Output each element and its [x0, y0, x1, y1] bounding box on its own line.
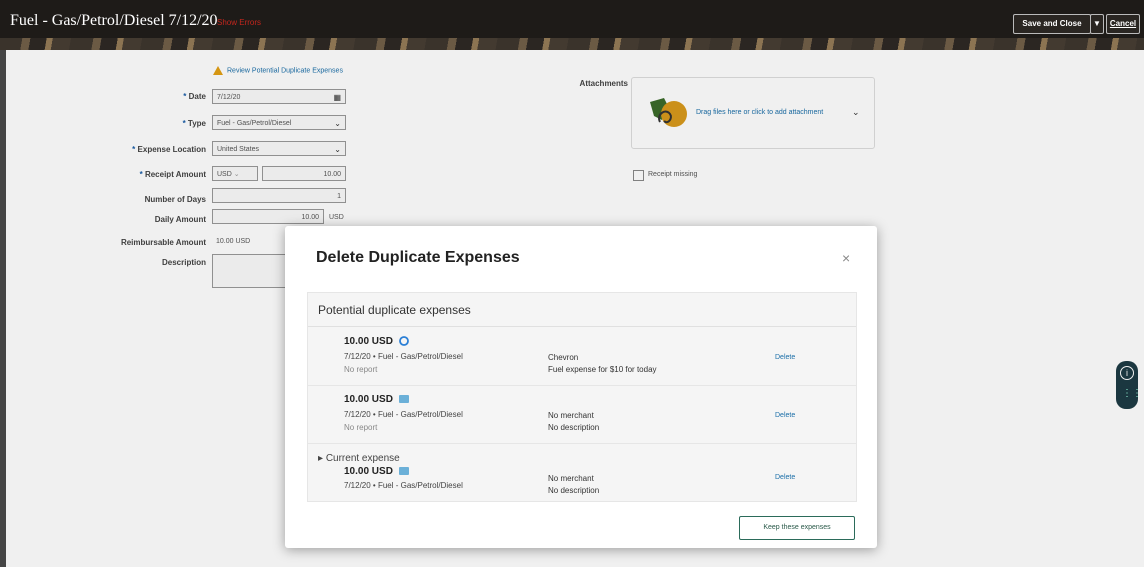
delete-link[interactable]: Delete — [775, 412, 795, 419]
current-expense-toggle[interactable]: ▸ Current expense — [318, 453, 400, 464]
expense-merchant: No merchant — [548, 474, 594, 483]
delete-link[interactable]: Delete — [775, 474, 795, 481]
expense-description: Fuel expense for $10 for today — [548, 365, 657, 374]
page-title: Fuel - Gas/Petrol/Diesel 7/12/20 — [10, 12, 218, 29]
duplicate-expense-row[interactable]: 10.00 USD 7/12/20 • Fuel - Gas/Petrol/Di… — [308, 385, 856, 444]
keep-expenses-button[interactable]: Keep these expenses — [739, 516, 855, 540]
expense-report-status: No report — [344, 423, 378, 432]
close-icon[interactable]: × — [842, 250, 850, 266]
save-options-dropdown-button[interactable]: ▼ — [1090, 14, 1104, 34]
expense-merchant: No merchant — [548, 411, 594, 420]
expense-amount: 10.00 USD — [344, 394, 409, 405]
expense-date-type: 7/12/20 • Fuel - Gas/Petrol/Diesel — [344, 352, 463, 361]
cancel-button[interactable]: Cancel — [1106, 14, 1140, 34]
duplicates-section-title: Potential duplicate expenses — [318, 303, 471, 317]
expense-date-type: 7/12/20 • Fuel - Gas/Petrol/Diesel — [344, 410, 463, 419]
caret-right-icon: ▸ — [318, 453, 324, 464]
save-and-close-button[interactable]: Save and Close — [1013, 14, 1091, 34]
expense-amount: 10.00 USD — [344, 336, 409, 347]
delete-duplicates-dialog: Delete Duplicate Expenses × Potential du… — [285, 226, 877, 548]
app-header: Fuel - Gas/Petrol/Diesel 7/12/20 Show Er… — [0, 0, 1144, 50]
expense-merchant: Chevron — [548, 353, 579, 362]
duplicates-section-header: Potential duplicate expenses — [308, 293, 856, 327]
expense-date-type: 7/12/20 • Fuel - Gas/Petrol/Diesel — [344, 481, 463, 490]
circle-sync-icon — [398, 336, 409, 347]
dialog-title: Delete Duplicate Expenses — [316, 249, 520, 266]
current-expense-row[interactable]: ▸ Current expense 10.00 USD 7/12/20 • Fu… — [308, 443, 856, 501]
duplicate-expense-row[interactable]: 10.00 USD 7/12/20 • Fuel - Gas/Petrol/Di… — [308, 327, 856, 386]
header-decorative-band — [0, 38, 1144, 50]
show-errors-link[interactable]: Show Errors — [217, 18, 261, 27]
delete-link[interactable]: Delete — [775, 354, 795, 361]
expense-description: No description — [548, 423, 600, 432]
card-icon — [398, 395, 409, 404]
expense-amount: 10.00 USD — [344, 466, 409, 477]
card-icon — [398, 467, 409, 476]
expense-report-status: No report — [344, 365, 378, 374]
duplicates-panel: Potential duplicate expenses 10.00 USD 7… — [307, 292, 857, 502]
expense-description: No description — [548, 486, 600, 495]
